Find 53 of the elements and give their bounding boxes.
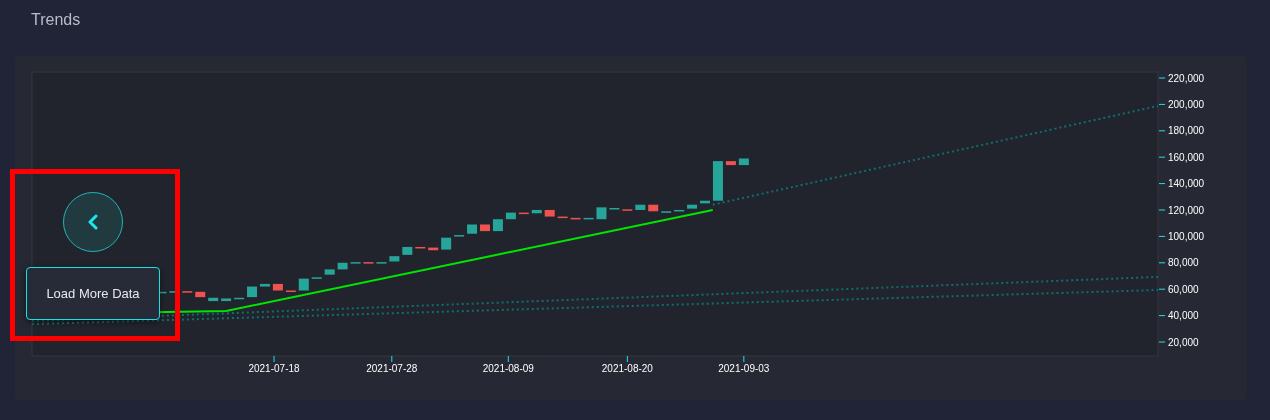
candle — [195, 291, 206, 298]
candle — [337, 262, 348, 270]
candle — [428, 247, 439, 251]
load-more-button[interactable]: Load More Data — [26, 267, 160, 320]
candle — [518, 212, 529, 215]
candle — [596, 207, 607, 220]
y-axis-tick: 20,000 — [1158, 336, 1199, 348]
candle — [324, 269, 335, 275]
candle — [557, 216, 568, 219]
candle — [738, 158, 749, 166]
candle — [247, 286, 257, 298]
candle — [221, 298, 232, 302]
x-axis-tick: 2021-07-18 — [248, 355, 300, 374]
candle — [570, 217, 581, 220]
candle — [389, 256, 400, 262]
candle — [480, 224, 490, 232]
candle — [635, 204, 646, 210]
x-axis-tick: 2021-08-09 — [482, 355, 534, 374]
section-title: Trends — [31, 10, 81, 30]
y-axis-tick: 140,000 — [1158, 178, 1205, 190]
y-axis-tick: 220,000 — [1158, 72, 1205, 84]
x-axis-tick: 2021-07-28 — [366, 355, 418, 374]
y-axis-tick: 40,000 — [1158, 310, 1199, 322]
y-axis-tick: 200,000 — [1158, 98, 1205, 110]
candle — [259, 283, 270, 287]
candle — [712, 161, 723, 201]
x-axis-tick: 2021-09-03 — [718, 355, 770, 374]
candle — [492, 219, 503, 232]
candle — [583, 217, 594, 220]
y-axis-tick: 100,000 — [1158, 230, 1205, 242]
y-axis-tick: 120,000 — [1158, 204, 1205, 216]
y-axis-tick: 160,000 — [1158, 151, 1205, 163]
candle — [467, 224, 478, 234]
y-axis-tick: 180,000 — [1158, 125, 1205, 137]
candle — [648, 204, 659, 212]
candle — [687, 204, 698, 209]
candle — [415, 246, 426, 249]
y-axis-tick: 60,000 — [1158, 283, 1199, 295]
candle — [544, 209, 555, 217]
candle — [700, 200, 710, 204]
y-axis-tick: 80,000 — [1158, 257, 1199, 269]
candle — [441, 237, 452, 250]
candle — [505, 212, 516, 220]
candle — [272, 283, 283, 291]
candle — [234, 297, 245, 300]
candle — [531, 209, 542, 214]
x-axis-tick: 2021-08-20 — [601, 355, 653, 374]
candle — [725, 161, 736, 166]
candle — [298, 278, 309, 291]
candle — [674, 209, 685, 212]
candle — [402, 246, 413, 255]
chevron-left-icon — [87, 214, 99, 230]
candle — [208, 297, 219, 302]
